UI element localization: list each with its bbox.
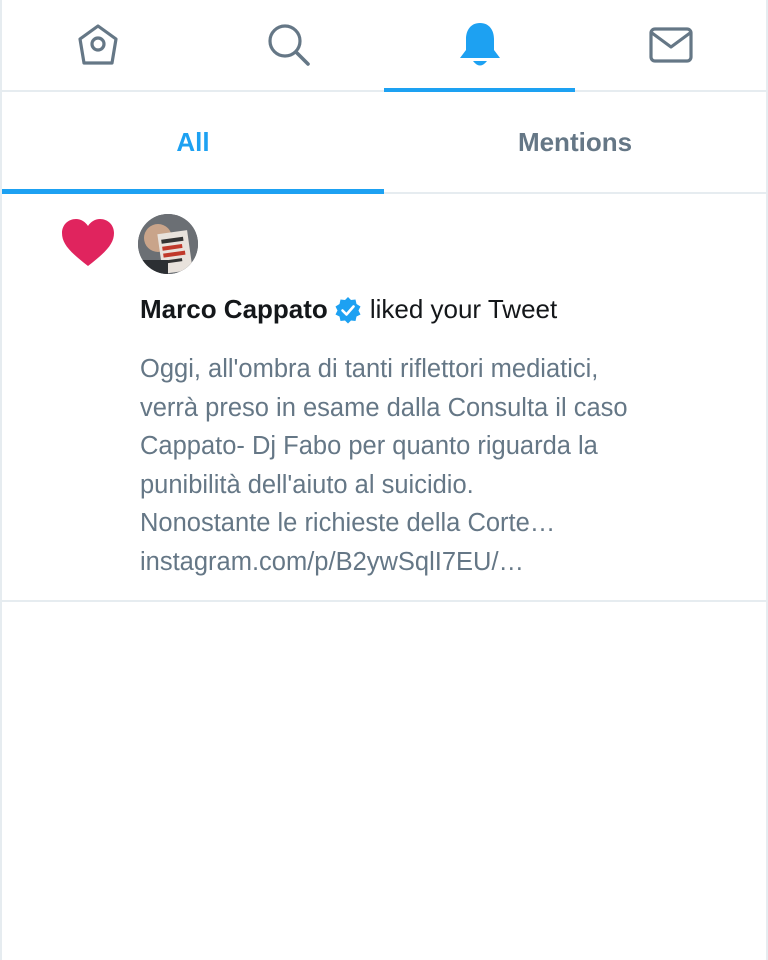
top-navigation: [2, 0, 766, 92]
notification-filter-tabs: All Mentions: [2, 92, 766, 194]
tweet-preview[interactable]: Oggi, all'ombra di tanti riflettori medi…: [140, 350, 740, 581]
tweet-line: Oggi, all'ombra di tanti riflettori medi…: [140, 355, 599, 383]
bell-icon: [459, 23, 500, 66]
user-name[interactable]: Marco Cappato: [140, 294, 328, 325]
tab-mentions[interactable]: Mentions: [384, 92, 766, 192]
avatar[interactable]: [138, 214, 198, 274]
tweet-line: verrà preso in esame dalla Consulta il c…: [140, 393, 628, 422]
verified-badge-icon: [335, 296, 361, 323]
search-icon: [267, 24, 310, 66]
avatar-image: [138, 214, 198, 274]
nav-tab-home[interactable]: [2, 0, 193, 90]
notification-item[interactable]: Marco Cappato liked your Tweet Oggi, all…: [2, 194, 766, 602]
tweet-line: Nonostante le richieste della Corte…: [140, 509, 556, 537]
nav-tab-notifications[interactable]: [384, 0, 575, 92]
notification-action: liked your Tweet: [369, 294, 558, 324]
tweet-line: Cappato- Dj Fabo per quanto riguarda la: [140, 432, 598, 460]
heart-icon: [62, 219, 114, 266]
tweet-link[interactable]: instagram.com/p/B2ywSqlI7EU/…: [140, 543, 740, 582]
home-icon: [77, 24, 118, 65]
mail-icon: [648, 27, 693, 63]
notification-headline: Marco Cappato liked your Tweet: [140, 294, 557, 325]
tweet-line: punibilità dell'aiuto al suicidio.: [140, 470, 474, 499]
nav-tab-search[interactable]: [193, 0, 384, 90]
tab-all[interactable]: All: [2, 92, 384, 194]
notifications-screen: All Mentions Marco Cappato liked your Tw…: [0, 0, 768, 960]
nav-tab-messages[interactable]: [575, 0, 766, 90]
